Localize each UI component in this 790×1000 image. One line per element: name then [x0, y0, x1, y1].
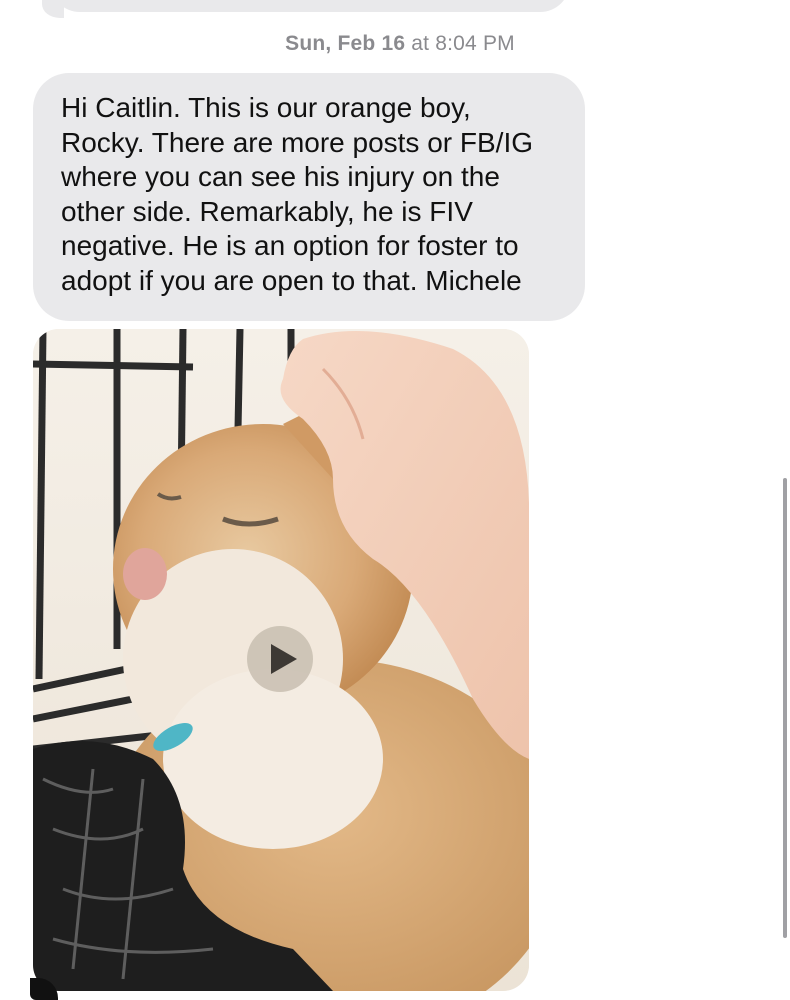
- video-attachment[interactable]: [33, 329, 529, 991]
- messages-thread: Sun, Feb 16 at 8:04 PM Hi Caitlin. This …: [0, 0, 790, 1000]
- message-text: Hi Caitlin. This is our orange boy, Rock…: [61, 91, 565, 298]
- previous-message-tail: [42, 0, 64, 18]
- message-line: Hi Caitlin. This is our orange boy,: [61, 92, 471, 123]
- incoming-message-bubble[interactable]: Hi Caitlin. This is our orange boy, Rock…: [33, 73, 585, 321]
- scrollbar[interactable]: [783, 478, 787, 938]
- timestamp-day: Sun, Feb 16: [285, 32, 406, 55]
- message-timestamp: Sun, Feb 16 at 8:04 PM: [0, 32, 790, 56]
- message-line: negative. He is an option for foster to: [61, 230, 519, 261]
- play-icon: [271, 644, 297, 674]
- message-line: other side. Remarkably, he is FIV: [61, 195, 473, 227]
- timestamp-time: 8:04 PM: [435, 32, 515, 55]
- timestamp-at: at: [411, 32, 430, 55]
- message-line: where you can see his injury on the: [61, 161, 500, 192]
- message-line: Rocky. There are more posts or FB/IG: [61, 126, 534, 158]
- play-button[interactable]: [247, 626, 313, 692]
- previous-message-bubble[interactable]: [50, 0, 570, 12]
- message-line: adopt if you are open to that. Michele: [61, 264, 522, 296]
